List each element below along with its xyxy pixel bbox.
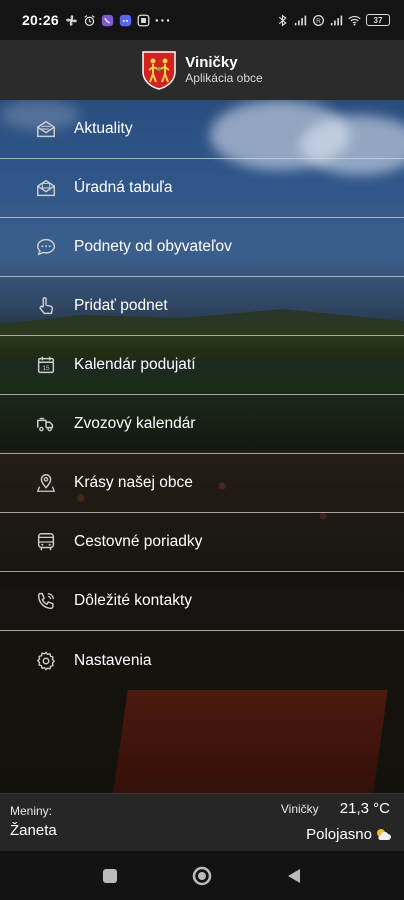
- chat-bubble-icon: [34, 235, 58, 259]
- menu-item-krasy-obce[interactable]: Krásy našej obce: [0, 454, 404, 513]
- weather-temperature: 21,3 °C: [339, 800, 390, 817]
- menu-item-label: Podnety od obyvateľov: [74, 238, 232, 255]
- battery-icon: 37: [366, 14, 390, 26]
- status-left-icons: ···: [65, 12, 172, 28]
- menu-item-podnety[interactable]: Podnety od obyvateľov: [0, 218, 404, 277]
- signal-2-icon: [330, 14, 343, 27]
- calendar-icon-day: 15: [42, 365, 50, 372]
- weather-description: Polojasno: [306, 826, 372, 843]
- square-icon: [103, 868, 117, 883]
- back-triangle-icon: [288, 868, 300, 883]
- info-bar: Meniny: Žaneta Viničky 21,3 °C Polojasno: [0, 793, 404, 851]
- bus-icon: [34, 530, 58, 554]
- gear-icon: [34, 649, 58, 673]
- viber-icon: [101, 14, 114, 27]
- circle-icon: [192, 866, 212, 885]
- app-subtitle: Aplikácia obce: [185, 71, 263, 85]
- menu-item-aktuality[interactable]: Aktuality: [0, 100, 404, 159]
- location-pin-icon: [34, 471, 58, 495]
- status-right-icons: R 37: [276, 13, 390, 27]
- menu-item-label: Dôležité kontakty: [74, 592, 193, 609]
- municipality-crest-icon: [142, 51, 177, 90]
- menu-item-label: Aktuality: [74, 120, 133, 137]
- alarm-icon: [83, 14, 96, 27]
- signal-icon: [294, 14, 307, 27]
- phone-icon: [34, 589, 58, 613]
- partly-cloudy-icon: [377, 829, 391, 840]
- status-bar: 20:26 ··· R 37: [0, 0, 404, 40]
- mail-stack-icon: [34, 176, 58, 200]
- menu-item-label: Cestovné poriadky: [74, 533, 203, 550]
- mail-open-icon: [34, 117, 58, 141]
- system-nav-bar: [0, 851, 404, 900]
- menu-item-label: Nastavenia: [74, 651, 152, 669]
- main-menu: Aktuality Úradná tabuľa Podnety od obyva…: [0, 100, 404, 690]
- menu-item-dolezite-kontakty[interactable]: Dôležité kontakty: [0, 572, 404, 631]
- fan-icon: [65, 14, 78, 27]
- menu-item-uradna-tabula[interactable]: Úradná tabuľa: [0, 159, 404, 218]
- menu-item-cestovne-poriadky[interactable]: Cestovné poriadky: [0, 513, 404, 572]
- garbage-truck-icon: [34, 412, 58, 436]
- header-titles: Viničky Aplikácia obce: [185, 54, 262, 86]
- menu-item-label: Pridať podnet: [74, 297, 168, 314]
- menu-item-label: Úradná tabuľa: [74, 179, 173, 196]
- more-notifications-icon: ···: [154, 12, 172, 28]
- menu-item-label: Zvozový kalendár: [74, 415, 196, 432]
- wifi-icon: [348, 14, 361, 27]
- roaming-icon: R: [312, 14, 325, 27]
- app-name: Viničky: [185, 54, 238, 71]
- svg-text:R: R: [316, 17, 321, 24]
- app-header: Viničky Aplikácia obce: [0, 40, 404, 100]
- status-time: 20:26: [22, 12, 59, 28]
- menu-item-kalendar-podujati[interactable]: 15 Kalendár podujatí: [0, 336, 404, 395]
- hand-pointer-icon: [34, 294, 58, 318]
- back-button[interactable]: [282, 864, 306, 888]
- recent-apps-button[interactable]: [98, 864, 122, 888]
- app-notification-icon: [137, 14, 150, 27]
- nameday-name: Žaneta: [10, 822, 57, 839]
- calendar-icon: 15: [34, 353, 58, 377]
- menu-item-label: Kalendár podujatí: [74, 356, 196, 373]
- discord-icon: [119, 14, 132, 27]
- menu-item-pridat-podnet[interactable]: Pridať podnet: [0, 277, 404, 336]
- nameday-label: Meniny:: [10, 804, 53, 818]
- home-button[interactable]: [190, 864, 214, 888]
- menu-item-label: Krásy našej obce: [74, 474, 193, 491]
- bluetooth-icon: [276, 13, 289, 27]
- menu-item-nastavenia[interactable]: Nastavenia: [0, 631, 404, 690]
- menu-item-zvozovy-kalendar[interactable]: Zvozový kalendár: [0, 395, 404, 454]
